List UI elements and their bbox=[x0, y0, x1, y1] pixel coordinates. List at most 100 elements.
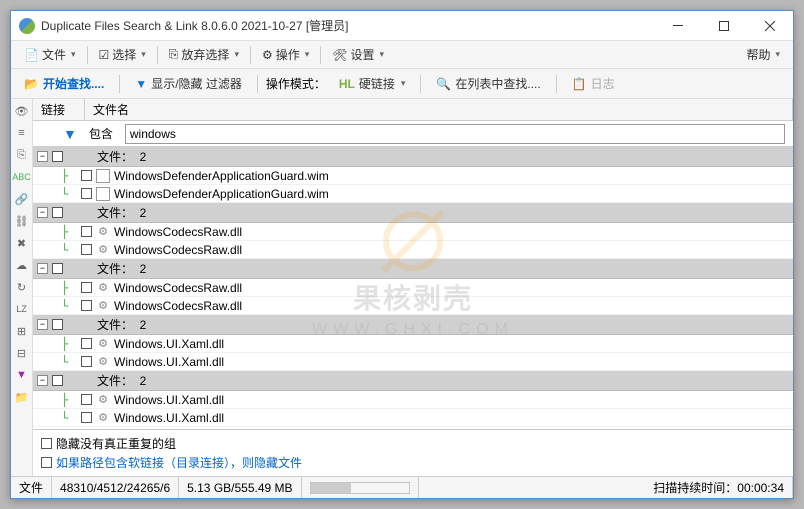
collapse-icon[interactable]: − bbox=[37, 319, 48, 330]
status-progress bbox=[302, 477, 419, 498]
checkbox-icon[interactable] bbox=[81, 338, 92, 349]
checkbox-icon[interactable] bbox=[81, 226, 92, 237]
file-dll-icon: ⚙ bbox=[96, 393, 110, 407]
menu-deselect[interactable]: ⎘放弃选择▾ bbox=[162, 43, 246, 66]
toggle-filter-button[interactable]: ▼显示/隐藏 过滤器 bbox=[128, 71, 249, 96]
checkbox-icon[interactable] bbox=[81, 244, 92, 255]
status-files-label: 文件 bbox=[11, 477, 52, 498]
log-button[interactable]: 📋日志 bbox=[565, 71, 622, 96]
group-header[interactable]: − 文件： 2 bbox=[33, 203, 793, 223]
chain-icon[interactable]: ⛓ bbox=[14, 213, 30, 229]
group-label: 文件： 2 bbox=[97, 316, 146, 333]
checkbox-icon[interactable] bbox=[52, 319, 63, 330]
results-tree[interactable]: 果核剥壳 WWW.GHXI.COM −文件： 2├WindowsDefender… bbox=[33, 147, 793, 429]
filter-label: 包含 bbox=[83, 125, 119, 142]
file-row[interactable]: └WindowsDefenderApplicationGuard.wim bbox=[33, 185, 793, 203]
file-row[interactable]: ├⚙Windows.UI.Xaml.dll bbox=[33, 391, 793, 409]
file-name: Windows.UI.Xaml.dll bbox=[114, 337, 224, 351]
file-wim-icon bbox=[96, 169, 110, 183]
checkbox-icon[interactable] bbox=[41, 457, 52, 468]
search-in-list-button[interactable]: 🔍在列表中查找.... bbox=[429, 71, 547, 96]
deselect-icon: ⎘ bbox=[169, 47, 179, 62]
file-row[interactable]: ├⚙WindowsCodecsRaw.dll bbox=[33, 223, 793, 241]
file-row[interactable]: └⚙Windows.UI.Xaml.dll bbox=[33, 409, 793, 427]
menu-help[interactable]: 帮助▾ bbox=[739, 43, 787, 66]
gear-icon: ⚙ bbox=[262, 48, 273, 62]
menu-file[interactable]: 📄文件▾ bbox=[17, 43, 83, 66]
file-wim-icon bbox=[96, 187, 110, 201]
group-label: 文件： 2 bbox=[97, 204, 146, 221]
checkbox-icon[interactable] bbox=[81, 394, 92, 405]
group-label: 文件： 2 bbox=[97, 372, 146, 389]
file-row[interactable]: └⚙Windows.UI.Xaml.dll bbox=[33, 353, 793, 371]
hardlink-mode-button[interactable]: HL硬链接▾ bbox=[332, 71, 413, 96]
file-dll-icon: ⚙ bbox=[96, 411, 110, 425]
file-name: WindowsCodecsRaw.dll bbox=[114, 299, 242, 313]
list-search-icon: 🔍 bbox=[436, 77, 451, 91]
option-hide-softlink[interactable]: 如果路径包含软链接（目录连接），则隐藏文件 bbox=[41, 453, 785, 472]
checkbox-icon[interactable] bbox=[81, 282, 92, 293]
minimize-button[interactable] bbox=[655, 11, 701, 41]
cloud-icon[interactable]: ☁ bbox=[14, 257, 30, 273]
start-search-button[interactable]: 📂开始查找.... bbox=[17, 71, 111, 96]
file-row[interactable]: ├WindowsDefenderApplicationGuard.wim bbox=[33, 167, 793, 185]
file-name: Windows.UI.Xaml.dll bbox=[114, 393, 224, 407]
group-header[interactable]: − 文件： 2 bbox=[33, 315, 793, 335]
checkbox-icon[interactable] bbox=[52, 207, 63, 218]
file-row[interactable]: ├⚙Windows.UI.Xaml.dll bbox=[33, 335, 793, 353]
checkbox-icon[interactable] bbox=[81, 412, 92, 423]
menu-action[interactable]: ⚙操作▾ bbox=[255, 43, 316, 66]
maximize-button[interactable] bbox=[701, 11, 747, 41]
filter-purple-icon[interactable]: ▼ bbox=[14, 367, 30, 383]
log-icon: 📋 bbox=[572, 77, 587, 91]
collapse-icon[interactable]: − bbox=[37, 263, 48, 274]
delete-icon[interactable]: ✖ bbox=[14, 235, 30, 251]
group-header[interactable]: − 文件： 2 bbox=[33, 371, 793, 391]
file-dll-icon: ⚙ bbox=[96, 281, 110, 295]
compare-icon[interactable]: ≡ bbox=[14, 125, 30, 141]
group-label: 文件： 2 bbox=[97, 260, 146, 277]
copy-icon[interactable]: ⎘ bbox=[14, 147, 30, 163]
checkbox-icon[interactable] bbox=[81, 356, 92, 367]
menu-settings[interactable]: 🛠设置▾ bbox=[325, 43, 391, 66]
status-counts: 48310/4512/24265/6 bbox=[52, 477, 179, 498]
file-row[interactable]: └⚙WindowsCodecsRaw.dll bbox=[33, 241, 793, 259]
collapse-icon[interactable]: − bbox=[37, 207, 48, 218]
checkbox-icon[interactable] bbox=[52, 151, 63, 162]
file-dll-icon: ⚙ bbox=[96, 225, 110, 239]
folder-search-icon: 📂 bbox=[24, 77, 39, 91]
status-scan-time: 扫描持续时间：00:00:34 bbox=[645, 477, 793, 498]
app-window: Duplicate Files Search & Link 8.0.6.0 20… bbox=[10, 10, 794, 499]
close-button[interactable] bbox=[747, 11, 793, 41]
column-link[interactable]: 链接 bbox=[33, 99, 85, 120]
folder-icon[interactable]: 📁 bbox=[14, 389, 30, 405]
collapse-icon[interactable]: − bbox=[37, 375, 48, 386]
checkbox-icon[interactable] bbox=[81, 188, 92, 199]
grid-header: 链接 文件名 bbox=[33, 99, 793, 121]
group-header[interactable]: − 文件： 2 bbox=[33, 259, 793, 279]
titlebar: Duplicate Files Search & Link 8.0.6.0 20… bbox=[11, 11, 793, 41]
file-row[interactable]: └⚙WindowsCodecsRaw.dll bbox=[33, 297, 793, 315]
link-icon[interactable]: 🔗 bbox=[14, 191, 30, 207]
group-header[interactable]: −文件： 2 bbox=[33, 147, 793, 167]
eye-icon[interactable]: 👁 bbox=[14, 103, 30, 119]
text-icon[interactable]: ABC bbox=[14, 169, 30, 185]
mode-label: 操作模式： bbox=[266, 75, 326, 92]
refresh-icon[interactable]: ↻ bbox=[14, 279, 30, 295]
file-dll-icon: ⚙ bbox=[96, 337, 110, 351]
checkbox-icon[interactable] bbox=[81, 170, 92, 181]
menu-select[interactable]: ☑选择▾ bbox=[92, 43, 153, 66]
collapse-icon[interactable]: ⊟ bbox=[14, 345, 30, 361]
expand-icon[interactable]: ⊞ bbox=[14, 323, 30, 339]
statusbar: 文件 48310/4512/24265/6 5.13 GB/555.49 MB … bbox=[11, 476, 793, 498]
filter-input[interactable] bbox=[125, 124, 785, 144]
checkbox-icon[interactable] bbox=[52, 263, 63, 274]
column-filename[interactable]: 文件名 bbox=[85, 99, 793, 120]
checkbox-icon[interactable] bbox=[52, 375, 63, 386]
option-hide-nondup[interactable]: 隐藏没有真正重复的组 bbox=[41, 434, 785, 453]
checkbox-icon[interactable] bbox=[41, 438, 52, 449]
collapse-icon[interactable]: − bbox=[37, 151, 48, 162]
file-row[interactable]: ├⚙WindowsCodecsRaw.dll bbox=[33, 279, 793, 297]
checkbox-icon[interactable] bbox=[81, 300, 92, 311]
lz-icon[interactable]: LZ bbox=[14, 301, 30, 317]
